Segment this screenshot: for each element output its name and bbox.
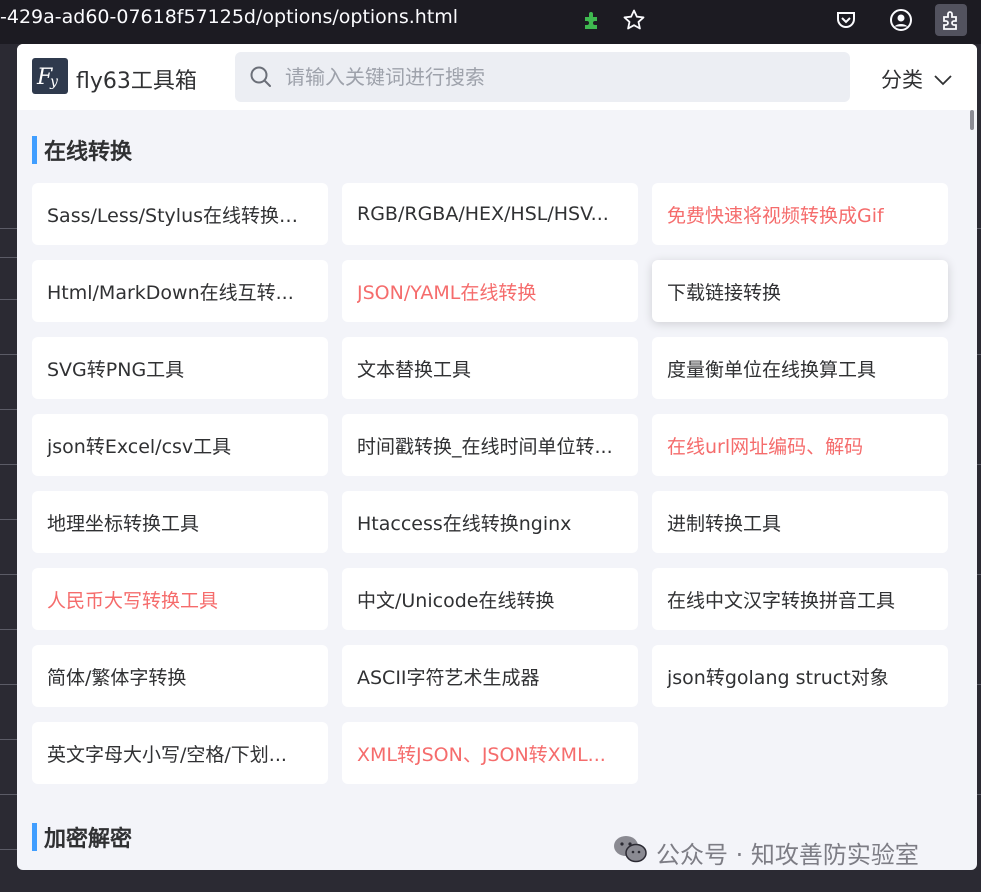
divider <box>0 684 18 685</box>
category-dropdown[interactable]: 分类 <box>881 64 953 94</box>
divider <box>0 257 18 258</box>
tool-card[interactable]: JSON/YAML在线转换 <box>342 260 638 322</box>
svg-text:y: y <box>49 74 59 90</box>
category-label: 分类 <box>881 68 923 92</box>
tool-card-label: 英文字母大小写/空格/下划... <box>47 743 287 766</box>
tool-card[interactable]: 文本替换工具 <box>342 337 638 399</box>
divider <box>0 849 18 850</box>
tool-card[interactable]: 地理坐标转换工具 <box>32 491 328 553</box>
logo-icon: F y <box>32 58 68 94</box>
browser-toolbar: -429a-ad60-07618f57125d/options/options.… <box>0 0 981 44</box>
tool-card[interactable]: json转Excel/csv工具 <box>32 414 328 476</box>
tool-grid: Sass/Less/Stylus在线转换工... RGB/RGBA/HEX/HSL… <box>32 183 948 784</box>
watermark: 公众号 · 知攻善防实验室 <box>612 834 919 870</box>
search-input[interactable] <box>285 52 835 102</box>
tool-card-label: SVG转PNG工具 <box>47 358 185 381</box>
tool-card[interactable]: 英文字母大小写/空格/下划... <box>32 722 328 784</box>
url-text[interactable]: -429a-ad60-07618f57125d/options/options.… <box>0 6 458 28</box>
star-icon[interactable] <box>620 6 648 34</box>
scrollbar[interactable] <box>970 110 974 130</box>
tool-card-label: Htaccess在线转换nginx <box>357 512 572 535</box>
tool-card-label: 人民币大写转换工具 <box>47 589 219 612</box>
tool-card-label: json转Excel/csv工具 <box>47 435 232 458</box>
section-accent-bar <box>32 136 37 164</box>
tool-card[interactable]: 度量衡单位在线换算工具 <box>652 337 948 399</box>
tool-card[interactable]: ASCII字符艺术生成器 <box>342 645 638 707</box>
tool-card[interactable]: json转golang struct对象 <box>652 645 948 707</box>
tool-card-label: JSON/YAML在线转换 <box>357 281 537 304</box>
pocket-icon[interactable] <box>830 4 862 36</box>
tool-card-label: Sass/Less/Stylus在线转换工... <box>47 204 313 227</box>
tool-card-label: ASCII字符艺术生成器 <box>357 666 540 689</box>
tool-card[interactable]: 中文/Unicode在线转换 <box>342 568 638 630</box>
tool-card[interactable]: 进制转换工具 <box>652 491 948 553</box>
tool-card[interactable]: 在线url网址编码、解码 <box>652 414 948 476</box>
divider <box>0 629 18 630</box>
popup-header: F y fly63工具箱 分类 <box>17 44 977 110</box>
divider <box>0 354 18 355</box>
tool-card-label: Html/MarkDown在线互转... <box>47 281 294 304</box>
tool-card[interactable]: Sass/Less/Stylus在线转换工... <box>32 183 328 245</box>
divider <box>0 574 18 575</box>
tool-card[interactable]: 在线中文汉字转换拼音工具 <box>652 568 948 630</box>
section-title: 在线转换 <box>32 135 132 165</box>
section-title-text: 在线转换 <box>44 140 133 165</box>
tool-card[interactable]: 人民币大写转换工具 <box>32 568 328 630</box>
divider <box>0 299 18 300</box>
tool-card[interactable]: 下载链接转换 <box>652 260 948 322</box>
tool-card-label: RGB/RGBA/HEX/HSL/HSV... <box>357 203 609 225</box>
tool-card-label: 中文/Unicode在线转换 <box>357 589 555 612</box>
tool-card-label: 地理坐标转换工具 <box>47 512 200 535</box>
divider <box>0 464 18 465</box>
divider <box>0 228 18 229</box>
tool-card[interactable]: XML转JSON、JSON转XML... <box>342 722 638 784</box>
tool-card[interactable]: RGB/RGBA/HEX/HSL/HSV... <box>342 183 638 245</box>
extensions-icon[interactable] <box>935 4 967 36</box>
tool-card[interactable]: 时间戳转换_在线时间单位转... <box>342 414 638 476</box>
tool-card-label: XML转JSON、JSON转XML... <box>357 743 606 766</box>
section-title: 加密解密 <box>32 822 132 852</box>
watermark-text: 公众号 · 知攻善防实验室 <box>656 840 919 869</box>
tool-card-label: 文本替换工具 <box>357 358 472 381</box>
tool-card-label: 在线url网址编码、解码 <box>667 435 864 458</box>
search-box[interactable] <box>235 52 850 102</box>
tool-card[interactable]: 简体/繁体字转换 <box>32 645 328 707</box>
app-title: fly63工具箱 <box>76 69 197 94</box>
extension-popup: F y fly63工具箱 分类 在线转换 Sass/Less/Stylus在线转… <box>17 44 977 870</box>
divider <box>0 409 18 410</box>
url-bar[interactable]: -429a-ad60-07618f57125d/options/options.… <box>0 0 660 40</box>
wechat-icon <box>612 834 648 870</box>
divider <box>0 739 18 740</box>
divider <box>0 794 18 795</box>
tool-card-label: json转golang struct对象 <box>667 666 889 689</box>
tool-card-label: 进制转换工具 <box>667 512 782 535</box>
tool-card[interactable]: 免费快速将视频转换成Gif <box>652 183 948 245</box>
tool-card-label: 简体/繁体字转换 <box>47 666 187 689</box>
tool-card[interactable]: Html/MarkDown在线互转... <box>32 260 328 322</box>
tool-card[interactable]: Htaccess在线转换nginx <box>342 491 638 553</box>
tool-card-label: 度量衡单位在线换算工具 <box>667 358 877 381</box>
divider <box>0 519 18 520</box>
section-accent-bar <box>32 823 37 851</box>
search-icon <box>249 65 273 89</box>
tool-card[interactable]: SVG转PNG工具 <box>32 337 328 399</box>
tool-card-label: 免费快速将视频转换成Gif <box>667 204 884 227</box>
chevron-down-icon <box>933 67 953 91</box>
section-title-text: 加密解密 <box>44 827 133 852</box>
tool-card-label: 在线中文汉字转换拼音工具 <box>667 589 896 612</box>
tool-card-label: 时间戳转换_在线时间单位转... <box>357 435 613 458</box>
account-icon[interactable] <box>885 4 917 36</box>
tool-card-label: 下载链接转换 <box>667 281 782 304</box>
puzzle-icon[interactable] <box>578 6 606 34</box>
